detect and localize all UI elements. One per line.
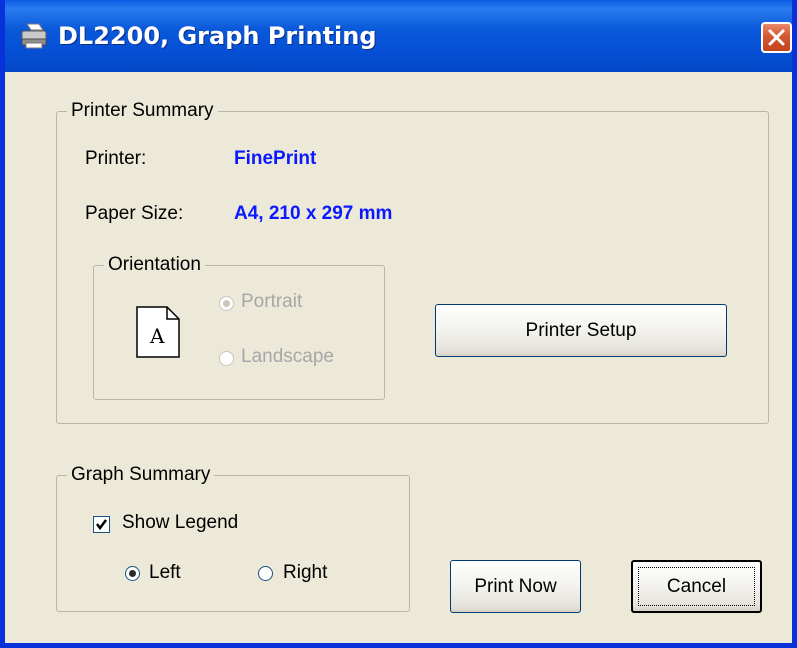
printer-summary-legend: Printer Summary [67, 99, 218, 123]
portrait-radio[interactable] [219, 296, 234, 311]
paper-size-value: A4, 210 x 297 mm [234, 203, 393, 224]
show-legend-label[interactable]: Show Legend [122, 512, 238, 534]
print-now-label: Print Now [474, 575, 557, 597]
portrait-label[interactable]: Portrait [241, 291, 302, 313]
graph-summary-group: Graph Summary Show Legend Left Right [56, 463, 410, 612]
graph-summary-legend: Graph Summary [67, 463, 215, 487]
page-icon-letter: A [149, 324, 165, 348]
paper-size-label: Paper Size: [85, 203, 184, 224]
right-radio[interactable] [258, 566, 273, 581]
window-title: DL2200, Graph Printing [58, 22, 377, 50]
show-legend-checkbox[interactable] [93, 516, 110, 533]
right-label[interactable]: Right [283, 562, 327, 584]
printer-icon [21, 23, 47, 49]
landscape-label[interactable]: Landscape [241, 346, 334, 368]
printer-summary-group: Printer Summary Printer: FinePrint Paper… [56, 99, 769, 424]
dialog-window: DL2200, Graph Printing Printer Summary P… [0, 0, 797, 648]
portrait-page-icon: A [136, 306, 180, 358]
close-button[interactable] [761, 22, 792, 53]
cancel-button[interactable]: Cancel [631, 560, 762, 613]
title-bar[interactable]: DL2200, Graph Printing [5, 0, 792, 72]
checkmark-icon [96, 519, 107, 531]
printer-setup-label: Printer Setup [525, 319, 637, 341]
close-icon [768, 29, 785, 46]
printer-label: Printer: [85, 148, 147, 169]
focus-ring [638, 567, 755, 606]
printer-value: FinePrint [234, 148, 317, 169]
orientation-group: Orientation A Portrait Landscape [93, 253, 385, 400]
orientation-legend: Orientation [104, 253, 205, 277]
left-radio[interactable] [125, 566, 140, 581]
landscape-radio[interactable] [219, 351, 234, 366]
left-radio-dot [129, 570, 136, 577]
print-now-button[interactable]: Print Now [450, 560, 581, 613]
left-label[interactable]: Left [149, 562, 181, 584]
portrait-radio-dot [223, 300, 230, 307]
printer-setup-button[interactable]: Printer Setup [435, 304, 727, 357]
